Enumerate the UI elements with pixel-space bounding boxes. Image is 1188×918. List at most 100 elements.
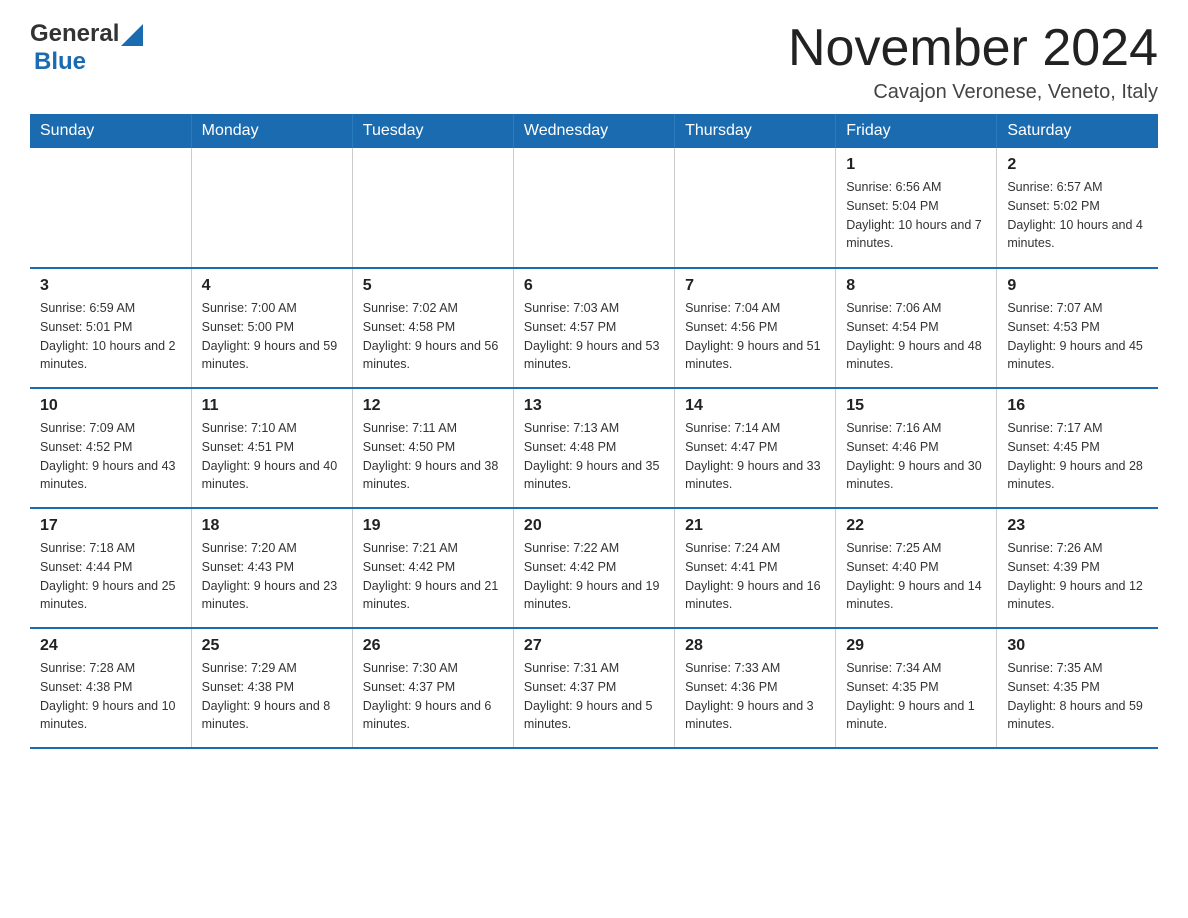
day-info: Sunrise: 7:35 AM Sunset: 4:35 PM Dayligh… (1007, 659, 1148, 734)
calendar-cell: 9 Sunrise: 7:07 AM Sunset: 4:53 PM Daylig… (997, 268, 1158, 388)
day-number: 5 (363, 277, 503, 295)
calendar-cell: 16Sunrise: 7:17 AM Sunset: 4:45 PM Dayli… (997, 388, 1158, 508)
calendar-cell: 3 Sunrise: 6:59 AM Sunset: 5:01 PM Daylig… (30, 268, 191, 388)
calendar-cell (30, 148, 191, 268)
day-number: 30 (1007, 637, 1148, 655)
day-number: 18 (202, 517, 342, 535)
calendar-week-3: 10 Sunrise: 7:09 AM Sunset: 4:52 PM Dayli… (30, 388, 1158, 508)
day-number: 20 (524, 517, 664, 535)
day-number: 12 (363, 397, 503, 415)
location-text: Cavajon Veronese, Veneto, Italy (788, 81, 1158, 104)
day-number: 23 (1007, 517, 1148, 535)
day-info: Sunrise: 7:16 AM Sunset: 4:46 PM Dayligh… (846, 419, 986, 494)
month-title: November 2024 (788, 20, 1158, 77)
day-info: Sunrise: 7:14 AM Sunset: 4:47 PM Dayligh… (685, 419, 825, 494)
day-number: 15 (846, 397, 986, 415)
calendar-cell: 4Sunrise: 7:00 AM Sunset: 5:00 PM Daylig… (191, 268, 352, 388)
day-info: Sunrise: 7:31 AM Sunset: 4:37 PM Dayligh… (524, 659, 664, 734)
day-number: 8 (846, 277, 986, 295)
day-number: 16 (1007, 397, 1148, 415)
day-info: Sunrise: 7:18 AM Sunset: 4:44 PM Dayligh… (40, 539, 181, 614)
calendar-week-5: 24 Sunrise: 7:28 AM Sunset: 4:38 PM Dayli… (30, 628, 1158, 748)
day-info: Sunrise: 6:56 AM Sunset: 5:04 PM Dayligh… (846, 178, 986, 253)
day-number: 6 (524, 277, 664, 295)
weekday-header-monday: Monday (191, 114, 352, 148)
calendar-cell: 24 Sunrise: 7:28 AM Sunset: 4:38 PM Dayli… (30, 628, 191, 748)
calendar-cell: 18Sunrise: 7:20 AM Sunset: 4:43 PM Dayli… (191, 508, 352, 628)
day-number: 11 (202, 397, 342, 415)
calendar-cell: 19Sunrise: 7:21 AM Sunset: 4:42 PM Dayli… (352, 508, 513, 628)
logo: General Blue (30, 20, 143, 76)
calendar-cell: 14Sunrise: 7:14 AM Sunset: 4:47 PM Dayli… (675, 388, 836, 508)
day-number: 10 (40, 397, 181, 415)
day-number: 28 (685, 637, 825, 655)
calendar-cell (191, 148, 352, 268)
day-number: 2 (1007, 156, 1148, 174)
day-info: Sunrise: 7:10 AM Sunset: 4:51 PM Dayligh… (202, 419, 342, 494)
logo-blue-text: Blue (34, 48, 86, 75)
day-info: Sunrise: 7:03 AM Sunset: 4:57 PM Dayligh… (524, 299, 664, 374)
day-info: Sunrise: 7:04 AM Sunset: 4:56 PM Dayligh… (685, 299, 825, 374)
day-info: Sunrise: 7:26 AM Sunset: 4:39 PM Dayligh… (1007, 539, 1148, 614)
day-number: 4 (202, 277, 342, 295)
day-number: 25 (202, 637, 342, 655)
weekday-header-wednesday: Wednesday (513, 114, 674, 148)
day-info: Sunrise: 7:11 AM Sunset: 4:50 PM Dayligh… (363, 419, 503, 494)
weekday-header-thursday: Thursday (675, 114, 836, 148)
calendar-cell: 8Sunrise: 7:06 AM Sunset: 4:54 PM Daylig… (836, 268, 997, 388)
day-info: Sunrise: 7:29 AM Sunset: 4:38 PM Dayligh… (202, 659, 342, 734)
calendar-cell (352, 148, 513, 268)
calendar-cell (675, 148, 836, 268)
day-info: Sunrise: 7:34 AM Sunset: 4:35 PM Dayligh… (846, 659, 986, 734)
day-info: Sunrise: 7:13 AM Sunset: 4:48 PM Dayligh… (524, 419, 664, 494)
calendar-cell: 28Sunrise: 7:33 AM Sunset: 4:36 PM Dayli… (675, 628, 836, 748)
day-number: 17 (40, 517, 181, 535)
calendar-cell: 6 Sunrise: 7:03 AM Sunset: 4:57 PM Daylig… (513, 268, 674, 388)
weekday-header-tuesday: Tuesday (352, 114, 513, 148)
day-number: 24 (40, 637, 181, 655)
day-info: Sunrise: 7:24 AM Sunset: 4:41 PM Dayligh… (685, 539, 825, 614)
day-number: 27 (524, 637, 664, 655)
logo-general: General (30, 20, 119, 48)
calendar-cell (513, 148, 674, 268)
logo-triangle-icon (121, 24, 143, 46)
day-info: Sunrise: 7:25 AM Sunset: 4:40 PM Dayligh… (846, 539, 986, 614)
day-number: 21 (685, 517, 825, 535)
calendar-cell: 13 Sunrise: 7:13 AM Sunset: 4:48 PM Dayli… (513, 388, 674, 508)
weekday-header-friday: Friday (836, 114, 997, 148)
day-number: 22 (846, 517, 986, 535)
day-info: Sunrise: 7:09 AM Sunset: 4:52 PM Dayligh… (40, 419, 181, 494)
calendar-week-2: 3 Sunrise: 6:59 AM Sunset: 5:01 PM Daylig… (30, 268, 1158, 388)
weekday-header-row: SundayMondayTuesdayWednesdayThursdayFrid… (30, 114, 1158, 148)
calendar-week-1: 1 Sunrise: 6:56 AM Sunset: 5:04 PM Daylig… (30, 148, 1158, 268)
calendar-cell: 5 Sunrise: 7:02 AM Sunset: 4:58 PM Daylig… (352, 268, 513, 388)
calendar-cell: 17 Sunrise: 7:18 AM Sunset: 4:44 PM Dayli… (30, 508, 191, 628)
day-info: Sunrise: 7:22 AM Sunset: 4:42 PM Dayligh… (524, 539, 664, 614)
day-number: 1 (846, 156, 986, 174)
day-number: 9 (1007, 277, 1148, 295)
calendar-cell: 11 Sunrise: 7:10 AM Sunset: 4:51 PM Dayli… (191, 388, 352, 508)
calendar-cell: 27 Sunrise: 7:31 AM Sunset: 4:37 PM Dayli… (513, 628, 674, 748)
weekday-header-saturday: Saturday (997, 114, 1158, 148)
day-info: Sunrise: 6:59 AM Sunset: 5:01 PM Dayligh… (40, 299, 181, 374)
calendar-table: SundayMondayTuesdayWednesdayThursdayFrid… (30, 114, 1158, 749)
calendar-cell: 7 Sunrise: 7:04 AM Sunset: 4:56 PM Daylig… (675, 268, 836, 388)
day-number: 3 (40, 277, 181, 295)
calendar-cell: 23 Sunrise: 7:26 AM Sunset: 4:39 PM Dayli… (997, 508, 1158, 628)
calendar-week-4: 17 Sunrise: 7:18 AM Sunset: 4:44 PM Dayli… (30, 508, 1158, 628)
calendar-cell: 26Sunrise: 7:30 AM Sunset: 4:37 PM Dayli… (352, 628, 513, 748)
day-number: 29 (846, 637, 986, 655)
day-info: Sunrise: 7:02 AM Sunset: 4:58 PM Dayligh… (363, 299, 503, 374)
weekday-header-sunday: Sunday (30, 114, 191, 148)
page-header: General Blue November 2024 Cavajon Veron… (30, 20, 1158, 104)
calendar-cell: 1 Sunrise: 6:56 AM Sunset: 5:04 PM Daylig… (836, 148, 997, 268)
day-number: 13 (524, 397, 664, 415)
day-number: 26 (363, 637, 503, 655)
calendar-cell: 12 Sunrise: 7:11 AM Sunset: 4:50 PM Dayli… (352, 388, 513, 508)
calendar-cell: 21 Sunrise: 7:24 AM Sunset: 4:41 PM Dayli… (675, 508, 836, 628)
calendar-cell: 2Sunrise: 6:57 AM Sunset: 5:02 PM Daylig… (997, 148, 1158, 268)
calendar-cell: 22 Sunrise: 7:25 AM Sunset: 4:40 PM Dayli… (836, 508, 997, 628)
day-number: 7 (685, 277, 825, 295)
day-info: Sunrise: 7:28 AM Sunset: 4:38 PM Dayligh… (40, 659, 181, 734)
day-info: Sunrise: 7:07 AM Sunset: 4:53 PM Dayligh… (1007, 299, 1148, 374)
